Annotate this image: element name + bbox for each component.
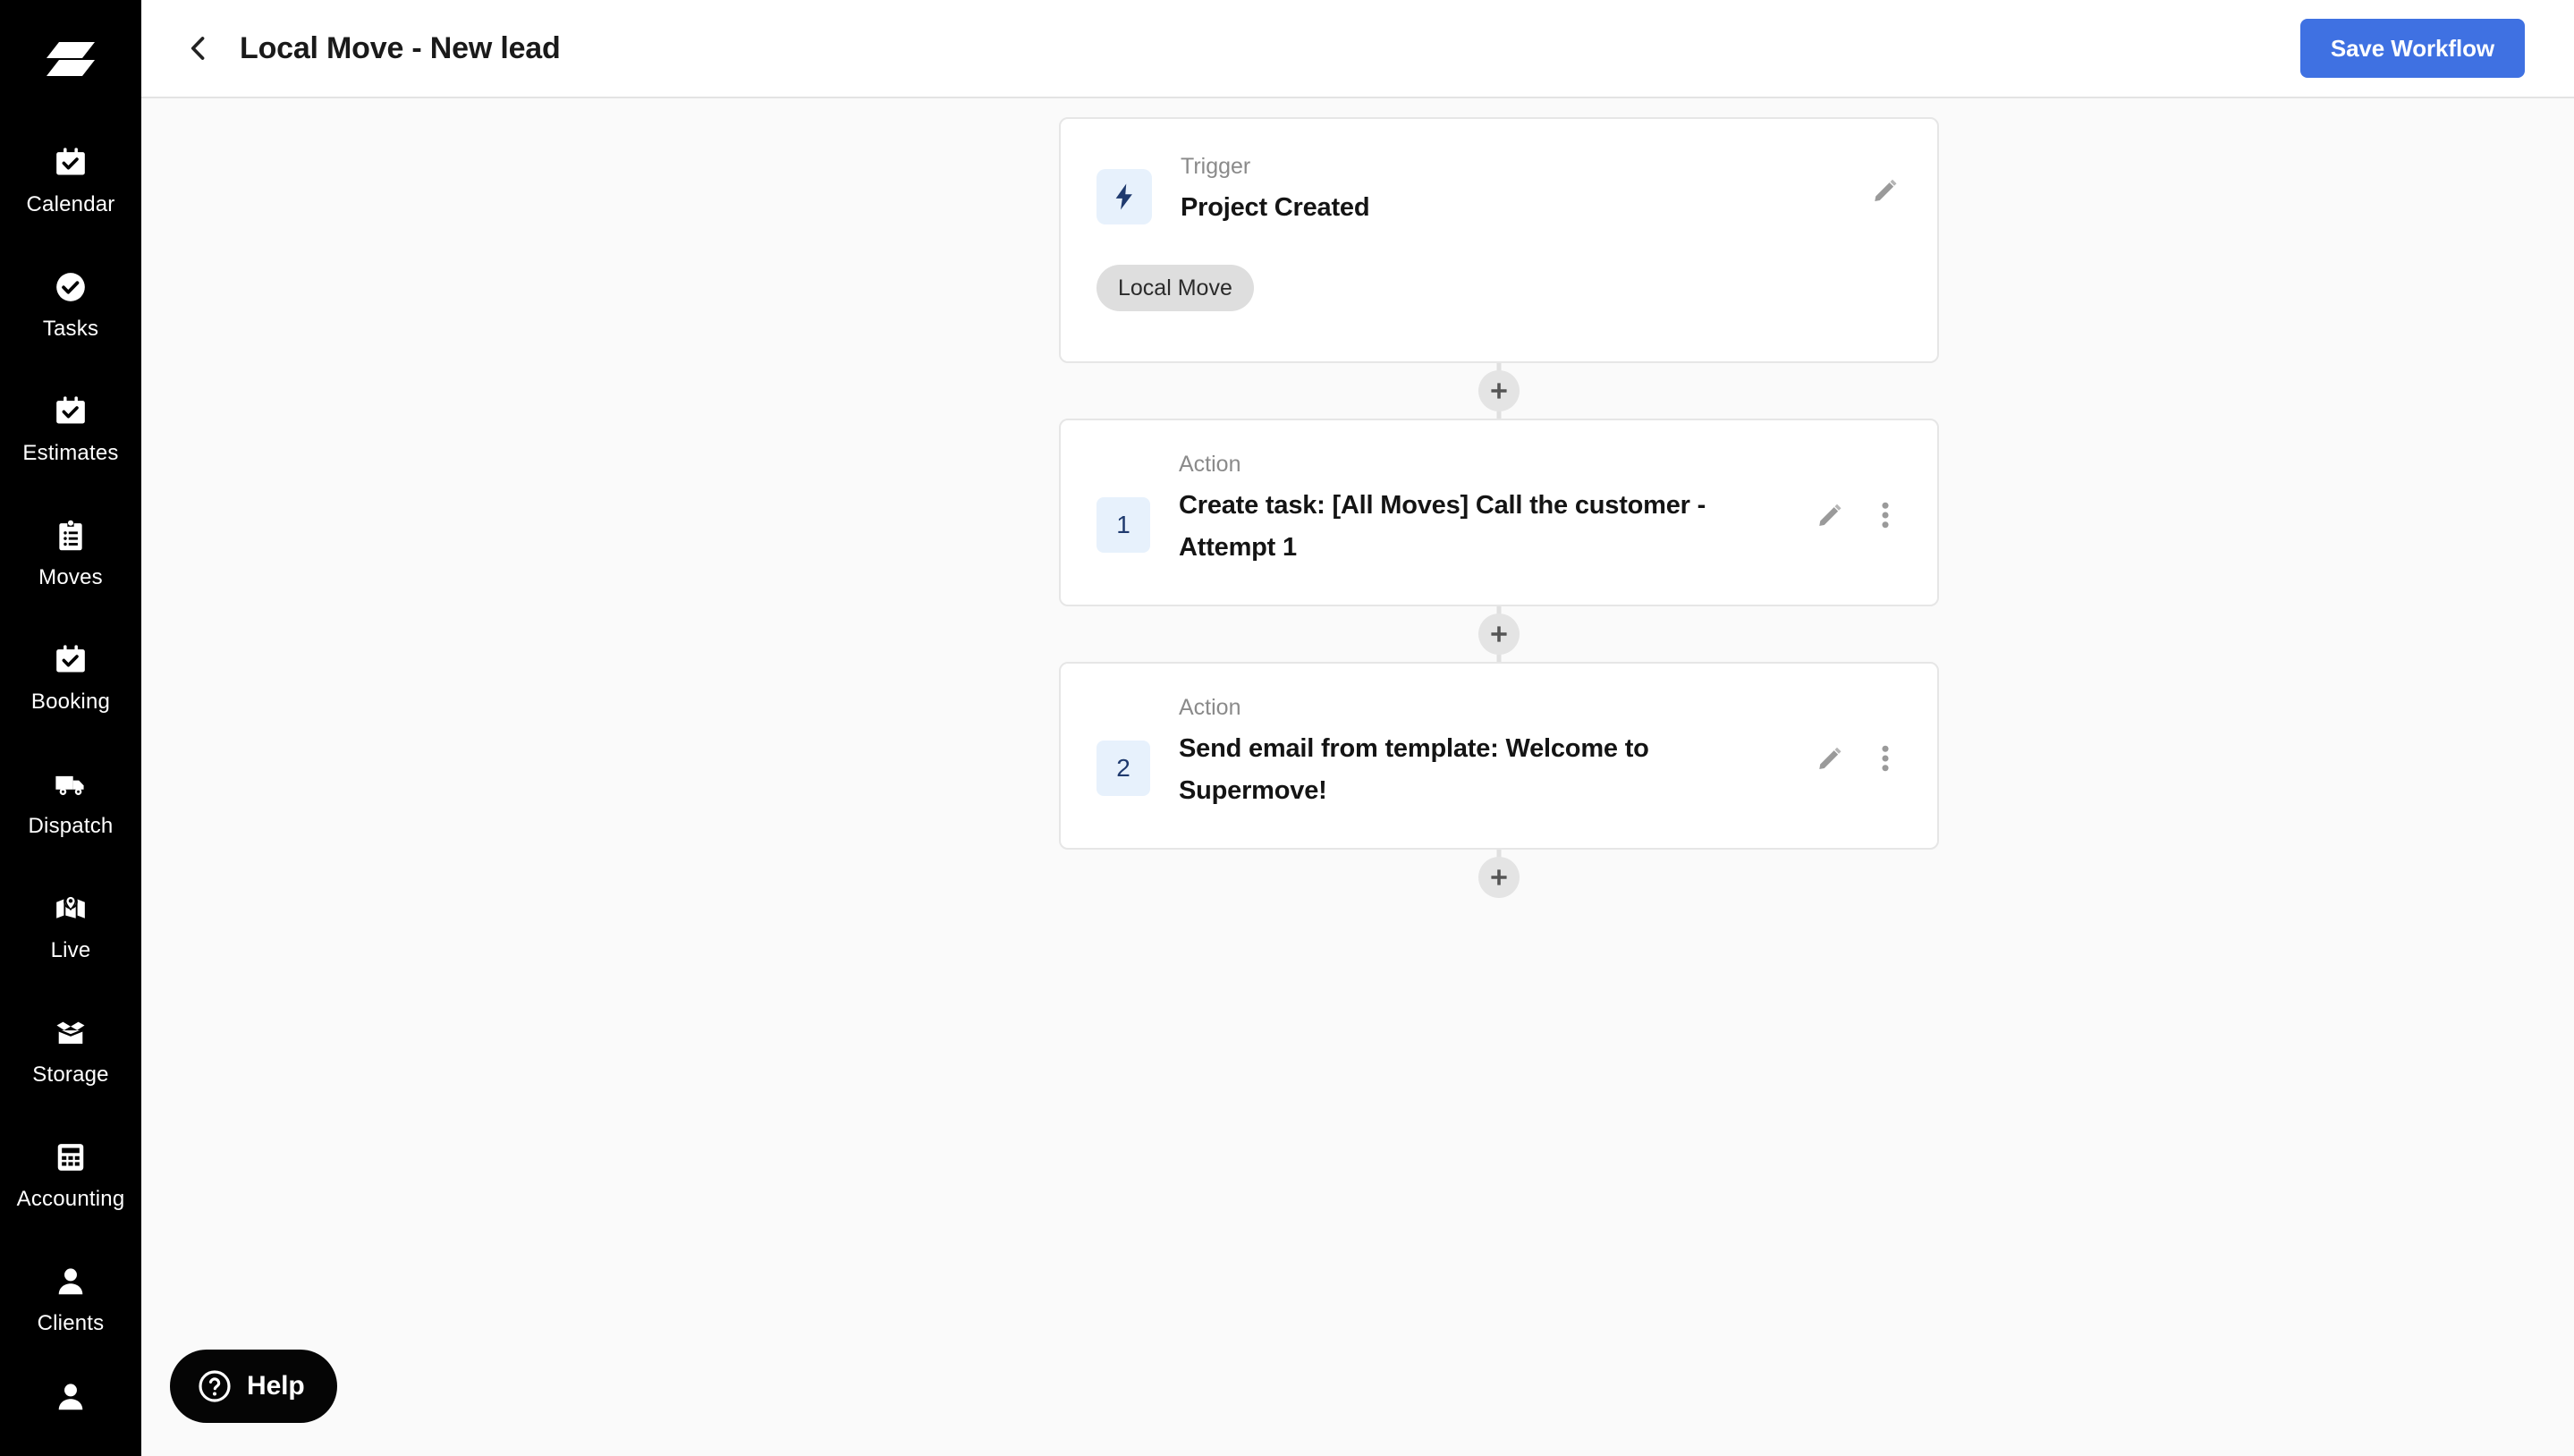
sidebar-item-storage[interactable]: Storage <box>0 988 141 1113</box>
sidebar-item-calendar[interactable]: Calendar <box>0 118 141 242</box>
sidebar-item-label: Storage <box>32 1062 109 1087</box>
help-widget[interactable]: Help <box>170 1350 337 1423</box>
trigger-card[interactable]: Trigger Project Created Local Move <box>1059 117 1939 363</box>
pencil-icon <box>1875 179 1897 201</box>
trigger-tag: Local Move <box>1096 265 1254 311</box>
action-step-number-1: 1 <box>1096 497 1150 553</box>
map-pin-icon <box>51 889 90 928</box>
add-step-button-3[interactable] <box>1478 857 1520 898</box>
sidebar-item-accounting[interactable]: Accounting <box>0 1113 141 1237</box>
check-circle-icon <box>51 267 90 307</box>
sidebar-item-label: Dispatch <box>28 814 114 838</box>
calendar-check-icon <box>51 640 90 680</box>
sidebar-item-booking[interactable]: Booking <box>0 615 141 740</box>
action-card-2-row: 2 Action Send email from template: Welco… <box>1096 694 1901 812</box>
sidebar-item-label: Estimates <box>22 441 119 465</box>
sidebar-item-estimates[interactable]: Estimates <box>0 367 141 491</box>
action-menu-button-2[interactable] <box>1869 741 1901 776</box>
sidebar-item-label: Booking <box>30 690 111 714</box>
action-kicker: Action <box>1179 695 1241 720</box>
plus-icon <box>1491 383 1507 399</box>
trigger-kicker: Trigger <box>1181 154 1251 179</box>
sidebar-item-clients[interactable]: Clients <box>0 1237 141 1361</box>
question-circle-icon <box>199 1370 231 1402</box>
sidebar-item-label: Accounting <box>16 1187 125 1211</box>
action-card-2[interactable]: 2 Action Send email from template: Welco… <box>1059 662 1939 850</box>
calendar-check-icon <box>51 392 90 431</box>
action-kicker: Action <box>1179 452 1241 477</box>
workflow-canvas: Trigger Project Created Local Move 1 Act… <box>141 98 2574 1456</box>
trigger-edit-button[interactable] <box>1869 173 1901 208</box>
help-label: Help <box>247 1371 305 1401</box>
sidebar-item-label: Clients <box>37 1311 105 1335</box>
action-edit-button-1[interactable] <box>1814 497 1846 533</box>
sidebar-item-dispatch[interactable]: Dispatch <box>0 740 141 864</box>
action-card-2-text: Action Send email from template: Welcome… <box>1179 694 1799 812</box>
connector-2 <box>1059 606 1939 662</box>
main-region: Local Move - New lead Save Workflow Trig… <box>141 0 2574 1456</box>
topbar: Local Move - New lead Save Workflow <box>141 0 2574 98</box>
calendar-check-icon <box>51 143 90 182</box>
pencil-icon <box>1819 504 1842 526</box>
sidebar-item-live[interactable]: Live <box>0 864 141 988</box>
back-button[interactable] <box>174 23 224 73</box>
sidebar-item-partial[interactable] <box>0 1361 141 1446</box>
action-step-number-2: 2 <box>1096 741 1150 796</box>
connector-1 <box>1059 363 1939 419</box>
workflow-steps-list: Trigger Project Created Local Move 1 Act… <box>1059 117 1939 905</box>
calculator-icon <box>51 1138 90 1177</box>
app-root: Calendar Tasks Estimates Moves Booking D… <box>0 0 2574 1456</box>
lightning-bolt-icon <box>1096 169 1152 224</box>
sidebar-item-label: Live <box>50 938 91 962</box>
action-card-1-text: Action Create task: [All Moves] Call the… <box>1179 451 1799 569</box>
action-menu-button-1[interactable] <box>1869 497 1901 533</box>
sidebar-item-moves[interactable]: Moves <box>0 491 141 615</box>
trigger-headline: Project Created <box>1181 193 1370 222</box>
trigger-card-header: Trigger Project Created <box>1096 153 1901 229</box>
page-title: Local Move - New lead <box>240 31 561 65</box>
plus-icon <box>1491 626 1507 642</box>
trigger-card-text: Trigger Project Created <box>1181 153 1855 229</box>
sidebar: Calendar Tasks Estimates Moves Booking D… <box>0 0 141 1456</box>
trigger-card-actions <box>1869 173 1901 208</box>
truck-icon <box>51 765 90 804</box>
more-vertical-icon <box>1882 745 1889 772</box>
clipboard-list-icon <box>51 516 90 555</box>
action-edit-button-2[interactable] <box>1814 741 1846 776</box>
sidebar-item-tasks[interactable]: Tasks <box>0 242 141 367</box>
lightning-bolt-glyph <box>1115 183 1132 210</box>
person-icon <box>51 1262 90 1301</box>
action-card-1[interactable]: 1 Action Create task: [All Moves] Call t… <box>1059 419 1939 606</box>
pencil-icon <box>1819 747 1842 769</box>
more-vertical-icon <box>1882 502 1889 529</box>
add-step-button-2[interactable] <box>1478 614 1520 655</box>
action-card-1-row: 1 Action Create task: [All Moves] Call t… <box>1096 451 1901 569</box>
person-icon <box>51 1377 90 1417</box>
action-card-1-actions <box>1814 497 1901 533</box>
action-headline: Send email from template: Welcome to Sup… <box>1179 734 1649 805</box>
sidebar-item-label: Calendar <box>26 192 115 216</box>
action-card-2-actions <box>1814 741 1901 776</box>
supermove-logo[interactable] <box>0 0 141 118</box>
save-workflow-button[interactable]: Save Workflow <box>2299 19 2525 78</box>
supermove-logo-mark <box>47 42 95 76</box>
action-headline: Create task: [All Moves] Call the custom… <box>1179 491 1706 562</box>
add-step-button-1[interactable] <box>1478 370 1520 411</box>
sidebar-item-label: Moves <box>38 565 103 589</box>
chevron-left-icon <box>191 37 205 60</box>
sidebar-item-label: Tasks <box>42 317 99 341</box>
open-box-icon <box>51 1013 90 1053</box>
connector-3 <box>1059 850 1939 905</box>
plus-icon <box>1491 869 1507 885</box>
